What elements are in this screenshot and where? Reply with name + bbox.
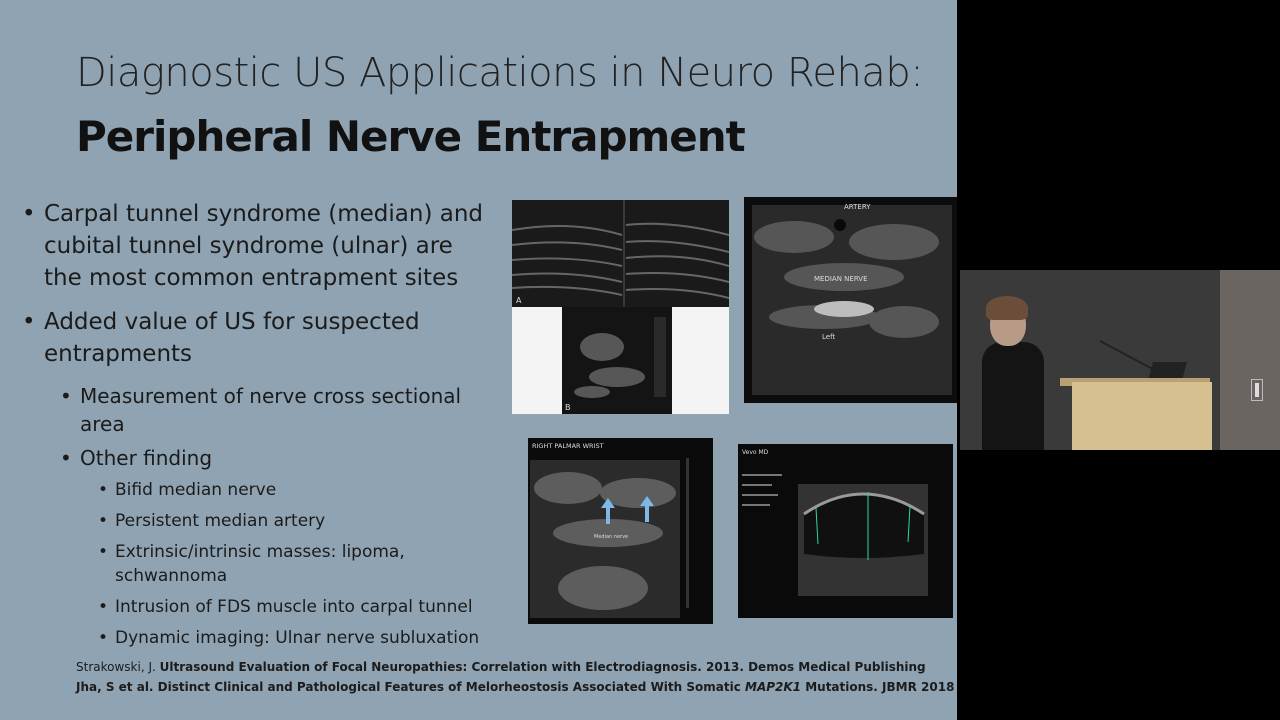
finding-item: Intrusion of FDS muscle into carpal tunn… xyxy=(22,595,492,619)
background-wall xyxy=(1220,270,1280,450)
reference-1: Strakowski, J. Ultrasound Evaluation of … xyxy=(76,660,926,674)
panel-a-label: A xyxy=(516,296,522,305)
ultrasound-image-mass: Vevo MD xyxy=(738,444,953,618)
median-nerve-label: Median nerve xyxy=(594,534,628,540)
subbullet-cross-sectional-area: Measurement of nerve cross sectional are… xyxy=(22,382,492,438)
slide-title-line2: Peripheral Nerve Entrapment xyxy=(76,112,746,161)
podium xyxy=(1072,382,1212,450)
ultrasound-panel-a: A xyxy=(512,200,729,307)
ultrasound-image-median-nerve: ARTERY MEDIAN NERVE Left xyxy=(744,197,957,403)
subbullet-other-finding: Other finding xyxy=(22,444,492,472)
finding-item: Bifid median nerve xyxy=(22,478,492,502)
finding-item: Dynamic imaging: Ulnar nerve subluxation xyxy=(22,626,492,650)
ultrasound-panel-b: B xyxy=(562,307,672,414)
side-label: Left xyxy=(822,333,835,341)
ultrasound-image-wrist-composite: A B xyxy=(512,200,729,414)
ultrasound-image-palmar-wrist: RIGHT PALMAR WRIST Median nerve xyxy=(528,438,713,624)
median-nerve-label: MEDIAN NERVE xyxy=(814,275,868,283)
image-header: Vevo MD xyxy=(742,449,769,456)
microphone xyxy=(1099,340,1154,371)
bullet-added-value: Added value of US for suspected entrapme… xyxy=(22,306,492,370)
speaker-body xyxy=(982,342,1044,450)
speaker-video-feed xyxy=(960,270,1280,450)
image-header: RIGHT PALMAR WRIST xyxy=(532,442,604,450)
finding-item: Extrinsic/intrinsic masses: lipoma, schw… xyxy=(22,540,492,588)
presentation-slide: Diagnostic US Applications in Neuro Reha… xyxy=(0,0,957,720)
finding-item: Persistent median artery xyxy=(22,509,492,533)
bullet-list: Carpal tunnel syndrome (median) and cubi… xyxy=(22,198,492,657)
panel-b-label: B xyxy=(565,403,571,412)
reference-2: Jha, S et al. Distinct Clinical and Path… xyxy=(76,680,955,694)
bullet-entrapment-sites: Carpal tunnel syndrome (median) and cubi… xyxy=(22,198,492,294)
artery-label: ARTERY xyxy=(844,203,871,211)
references: Strakowski, J. Ultrasound Evaluation of … xyxy=(76,657,954,697)
scroll-handle-icon[interactable] xyxy=(1251,379,1263,401)
speaker-hair xyxy=(986,296,1028,320)
slide-title-line1: Diagnostic US Applications in Neuro Reha… xyxy=(76,50,924,96)
